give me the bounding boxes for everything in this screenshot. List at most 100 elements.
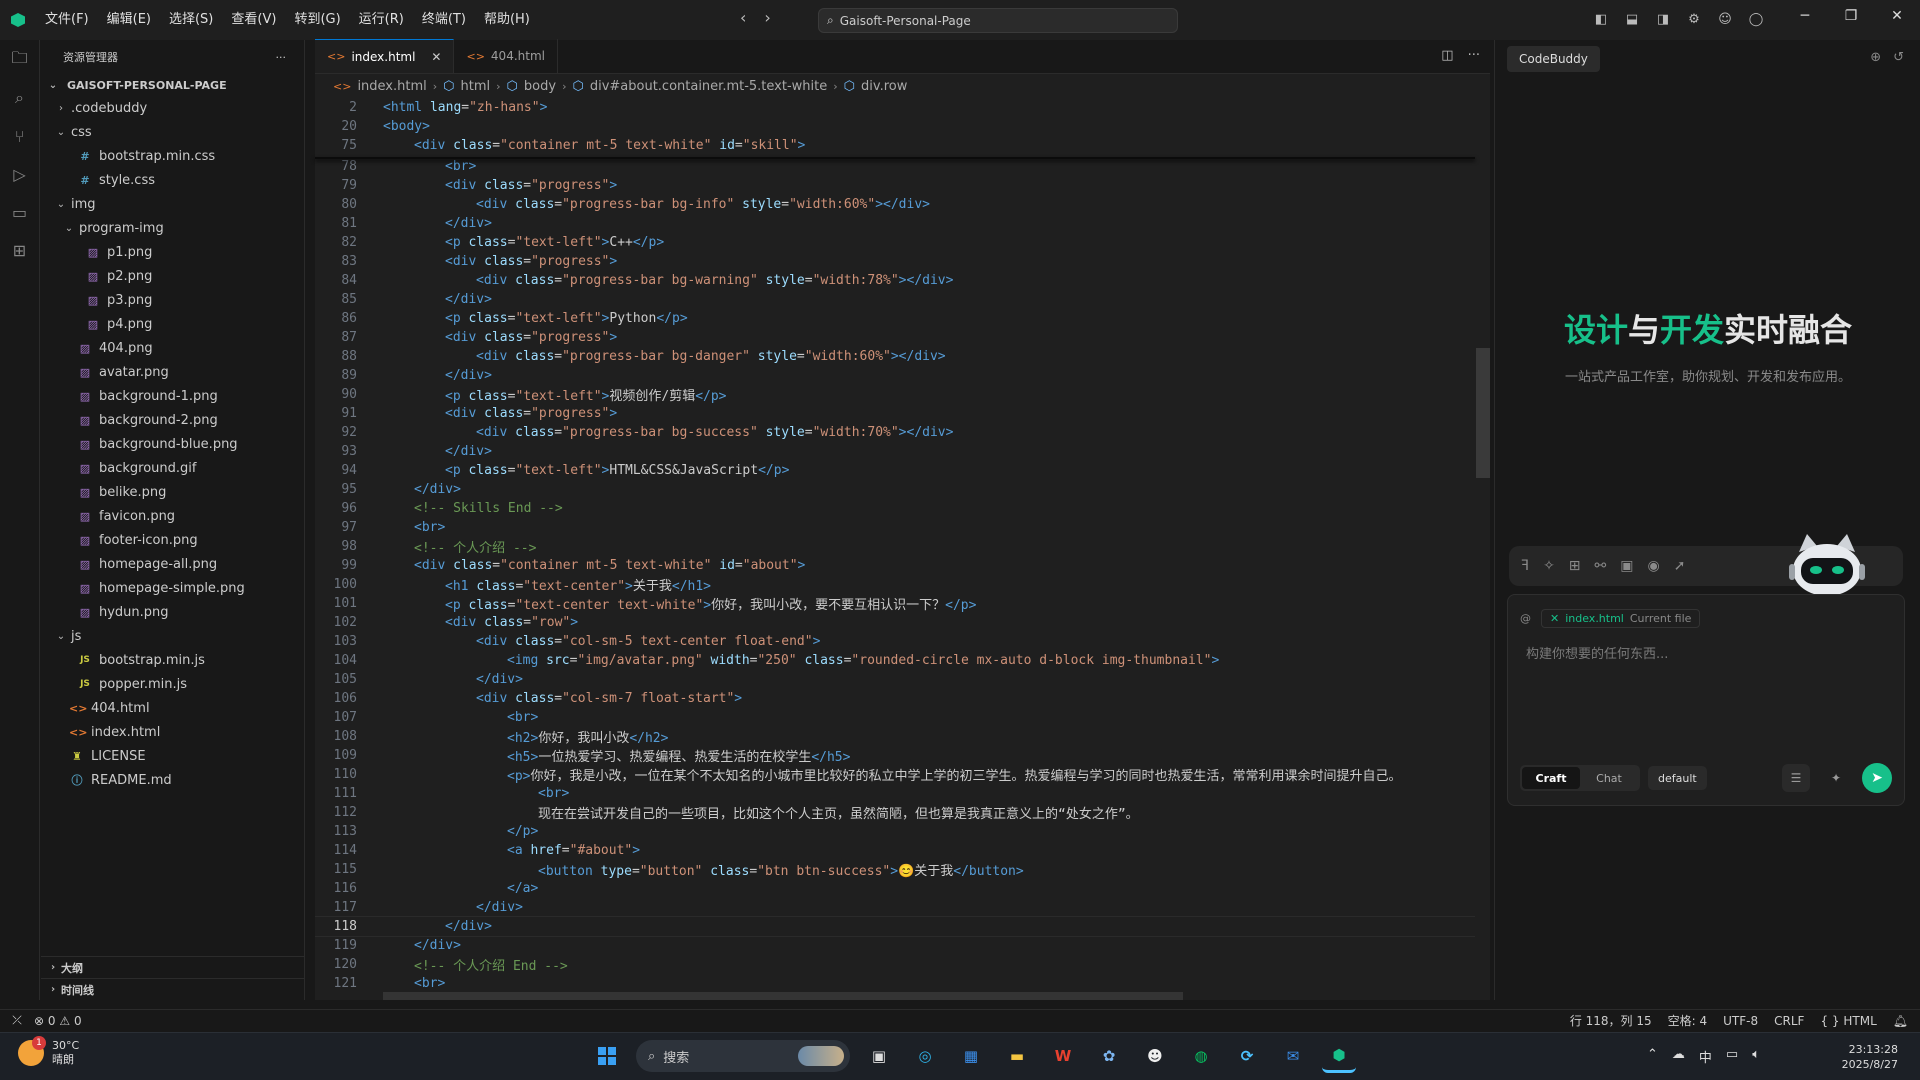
code-line[interactable]: 113 </p> <box>315 822 1475 841</box>
timeline-section[interactable]: › 时间线 <box>41 978 305 1000</box>
ime-indicator[interactable]: 中 <box>1699 1047 1712 1066</box>
weather-widget[interactable]: 1 30°C 晴朗 <box>18 1036 79 1067</box>
code-line[interactable]: 95 </div> <box>315 480 1475 499</box>
horizontal-scrollbar[interactable] <box>383 992 1183 1000</box>
image-icon[interactable]: ▣ <box>1620 558 1633 574</box>
encoding[interactable]: UTF-8 <box>1723 1014 1758 1028</box>
code-line[interactable]: 88 <div class="progress-bar bg-danger" st… <box>315 347 1475 366</box>
file-item[interactable]: ▨ belike.png <box>41 480 304 504</box>
end-of-line[interactable]: CRLF <box>1774 1014 1804 1028</box>
code-line[interactable]: 84 <div class="progress-bar bg-warning" s… <box>315 271 1475 290</box>
task-view-icon[interactable]: ▣ <box>862 1039 896 1073</box>
code-line[interactable]: 86 <p class="text-left">Python</p> <box>315 309 1475 328</box>
bell-icon[interactable]: 🔔︎ <box>1893 1014 1908 1028</box>
tab-index-html[interactable]: <> index.html ✕ <box>315 39 455 73</box>
file-item[interactable]: ▨ hydun.png <box>41 600 304 624</box>
file-item[interactable]: <> index.html <box>41 720 304 744</box>
mode-chat-button[interactable]: Chat <box>1580 767 1638 789</box>
code-line[interactable]: 85 </div> <box>315 290 1475 309</box>
model-select[interactable]: default <box>1648 766 1707 790</box>
file-item[interactable]: # style.css <box>41 168 304 192</box>
code-line[interactable]: 99 <div class="container mt-5 text-white"… <box>315 556 1475 575</box>
code-line[interactable]: 103 <div class="col-sm-5 text-center floa… <box>315 632 1475 651</box>
code-line[interactable]: 94 <p class="text-left">HTML&CSS&JavaScri… <box>315 461 1475 480</box>
figma-icon[interactable]: ꟻ <box>1521 558 1529 574</box>
file-item[interactable]: ▨ p1.png <box>41 240 304 264</box>
file-item[interactable]: # bootstrap.min.css <box>41 144 304 168</box>
code-line[interactable]: 78 <br> <box>315 157 1475 176</box>
vertical-scrollbar[interactable] <box>1476 348 1490 478</box>
mode-craft-button[interactable]: Craft <box>1522 767 1580 789</box>
code-line[interactable]: 83 <div class="progress"> <box>315 252 1475 271</box>
cloud-icon[interactable]: ☁ <box>1672 1047 1685 1066</box>
code-editor[interactable]: 2 <html lang="zh-hans"> 20 <body> 75 <div cla… <box>315 98 1475 1000</box>
context-file-chip[interactable]: ✕ index.html Current file <box>1541 609 1701 628</box>
send-button[interactable]: ➤ <box>1862 763 1892 793</box>
preview-icon[interactable]: ◉ <box>1648 558 1660 574</box>
minimize-button[interactable]: ─ <box>1782 0 1828 32</box>
prompt-placeholder[interactable]: 构建你想要的任何东西... <box>1526 643 1668 662</box>
menu-help[interactable]: 帮助(H) <box>475 7 539 33</box>
breadcrumb-item[interactable]: div#about.container.mt-5.text-white <box>590 79 827 94</box>
rules-icon[interactable]: ☰ <box>1782 764 1810 792</box>
file-item[interactable]: ▨ p4.png <box>41 312 304 336</box>
sticky-code-line[interactable]: 75 <div class="container mt-5 text-white"… <box>315 136 1475 155</box>
code-line[interactable]: 82 <p class="text-left">C++</p> <box>315 233 1475 252</box>
code-line[interactable]: 118 </div> <box>315 916 1475 937</box>
sticky-code-line[interactable]: 2 <html lang="zh-hans"> <box>315 98 1475 117</box>
folder-item[interactable]: › .codebuddy <box>41 96 304 120</box>
breadcrumb-item[interactable]: html <box>461 79 491 94</box>
breadcrumb-item[interactable]: index.html <box>357 79 426 94</box>
file-item[interactable]: ▨ p3.png <box>41 288 304 312</box>
code-line[interactable]: 109 <h5>一位热爱学习、热爱编程、热爱生活的在校学生</h5> <box>315 746 1475 765</box>
code-line[interactable]: 108 <h2>你好，我叫小改</h2> <box>315 727 1475 746</box>
breadcrumb-item[interactable]: div.row <box>861 79 907 94</box>
search-icon[interactable]: ⌕ <box>8 86 32 110</box>
mention-icon[interactable]: @ <box>1520 612 1531 625</box>
close-icon[interactable]: ✕ <box>431 50 441 64</box>
file-item[interactable]: JS popper.min.js <box>41 672 304 696</box>
maximize-button[interactable]: ❐ <box>1828 0 1874 32</box>
codebuddy-tab[interactable]: CodeBuddy <box>1507 46 1600 72</box>
explorer-icon[interactable]: 🗀 <box>8 48 32 72</box>
source-control-icon[interactable]: ⑂ <box>8 124 32 148</box>
toggle-panel-icon[interactable]: ⬓ <box>1623 10 1641 28</box>
file-item[interactable]: ▨ homepage-all.png <box>41 552 304 576</box>
code-line[interactable]: 92 <div class="progress-bar bg-success" s… <box>315 423 1475 442</box>
code-line[interactable]: 114 <a href="#about"> <box>315 841 1475 860</box>
file-item[interactable]: ▨ avatar.png <box>41 360 304 384</box>
wechat-icon[interactable]: ◍ <box>1184 1039 1218 1073</box>
code-line[interactable]: 80 <div class="progress-bar bg-info" styl… <box>315 195 1475 214</box>
account-icon[interactable]: ◯ <box>1747 10 1765 28</box>
code-line[interactable]: 97 <br> <box>315 518 1475 537</box>
code-line[interactable]: 120 <!-- 个人介绍 End --> <box>315 955 1475 974</box>
run-debug-icon[interactable]: ▷ <box>8 162 32 186</box>
command-center-search[interactable]: ⌕ Gaisoft-Personal-Page <box>818 8 1178 33</box>
code-line[interactable]: 107 <br> <box>315 708 1475 727</box>
codebuddy-taskbar-icon[interactable]: ⬢ <box>1322 1039 1356 1073</box>
file-item[interactable]: ▨ background.gif <box>41 456 304 480</box>
store-icon[interactable]: ▦ <box>954 1039 988 1073</box>
more-actions-icon[interactable]: ··· <box>276 51 287 64</box>
file-item[interactable]: JS bootstrap.min.js <box>41 648 304 672</box>
code-line[interactable]: 100 <h1 class="text-center">关于我</h1> <box>315 575 1475 594</box>
sticky-scroll[interactable]: 2 <html lang="zh-hans"> 20 <body> 75 <div cla… <box>315 98 1475 155</box>
qq-icon[interactable]: ☻ <box>1138 1039 1172 1073</box>
sync-icon[interactable]: ⟳ <box>1230 1039 1264 1073</box>
code-line[interactable]: 115 <button type="button" class="btn btn-… <box>315 860 1475 879</box>
file-item[interactable]: ▨ background-1.png <box>41 384 304 408</box>
outline-section[interactable]: › 大纲 <box>41 956 305 978</box>
problems-indicator[interactable]: ⊗ 0 ⚠ 0 <box>34 1014 82 1028</box>
design-icon[interactable]: ✧ <box>1543 558 1555 574</box>
workspace-folder-header[interactable]: ⌄ GAISOFT-PERSONAL-PAGE <box>41 74 304 96</box>
forward-arrow-icon[interactable]: › <box>764 8 770 27</box>
file-item[interactable]: ▨ p2.png <box>41 264 304 288</box>
taskbar-search[interactable]: ⌕ 搜索 <box>636 1040 850 1072</box>
folder-item[interactable]: ⌄ program-img <box>41 216 304 240</box>
remote-indicator-icon[interactable]: ⤫ <box>0 1010 34 1032</box>
code-line[interactable]: 87 <div class="progress"> <box>315 328 1475 347</box>
wps-icon[interactable]: W <box>1046 1039 1080 1073</box>
menu-terminal[interactable]: 终端(T) <box>413 7 475 33</box>
history-icon[interactable]: ↺ <box>1893 50 1904 65</box>
chevron-up-icon[interactable]: ⌃ <box>1647 1047 1658 1066</box>
